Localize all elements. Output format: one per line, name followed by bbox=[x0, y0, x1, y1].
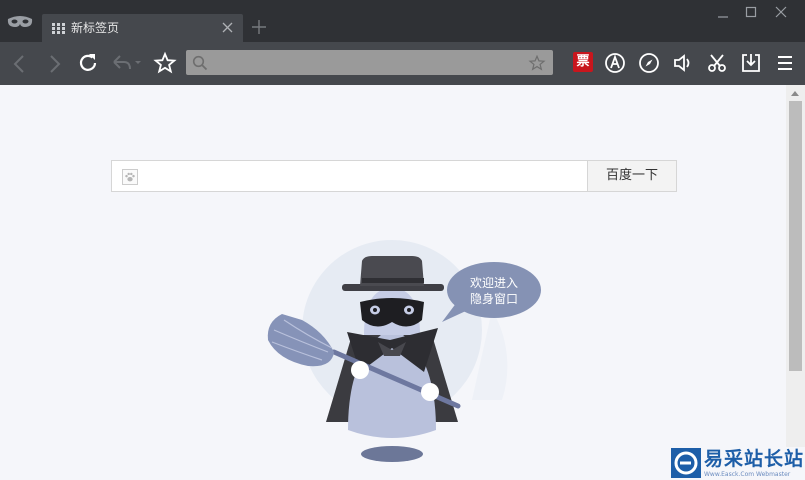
bubble-line-2: 隐身窗口 bbox=[469, 292, 518, 306]
reload-icon[interactable] bbox=[76, 51, 100, 75]
welcome-bubble: 欢迎进入 隐身窗口 bbox=[448, 275, 540, 307]
download-icon[interactable] bbox=[739, 51, 763, 75]
address-input[interactable] bbox=[212, 53, 522, 72]
scroll-up-arrow-icon[interactable] bbox=[790, 89, 800, 97]
tab-new-tab[interactable]: 新标签页 bbox=[42, 14, 243, 42]
search-input[interactable] bbox=[144, 165, 574, 187]
title-bar: 新标签页 bbox=[0, 0, 805, 42]
minimize-icon[interactable] bbox=[713, 4, 733, 22]
apps-grid-icon bbox=[52, 23, 65, 34]
maximize-icon[interactable] bbox=[741, 4, 761, 22]
address-bar[interactable] bbox=[186, 50, 553, 75]
tab-title: 新标签页 bbox=[71, 21, 120, 35]
ticket-icon[interactable]: 票 bbox=[573, 52, 593, 72]
easck-logo-icon bbox=[671, 448, 701, 478]
site-watermark: 易采站长站 Www.Easck.Com Webmaster bbox=[670, 447, 805, 480]
ad-block-icon[interactable] bbox=[603, 51, 627, 75]
scrollbar-thumb[interactable] bbox=[789, 101, 802, 371]
baidu-paw-icon bbox=[122, 169, 138, 185]
menu-icon[interactable] bbox=[773, 51, 797, 75]
plus-icon[interactable] bbox=[250, 18, 268, 36]
search-icon bbox=[192, 55, 208, 71]
window-close-icon[interactable] bbox=[771, 4, 791, 22]
undo-icon[interactable] bbox=[110, 51, 142, 75]
bubble-line-1: 欢迎进入 bbox=[469, 276, 518, 290]
speaker-icon[interactable] bbox=[671, 51, 695, 75]
close-icon[interactable] bbox=[222, 22, 233, 33]
watermark-text: 易采站长站 bbox=[704, 448, 805, 470]
search-button[interactable]: 百度一下 bbox=[587, 160, 677, 192]
back-icon[interactable] bbox=[8, 52, 32, 76]
star-icon[interactable] bbox=[153, 51, 177, 75]
incognito-mask-icon bbox=[7, 16, 33, 27]
scissors-icon[interactable] bbox=[705, 51, 729, 75]
search-box[interactable] bbox=[111, 160, 588, 192]
watermark-subtext: Www.Easck.Com Webmaster bbox=[704, 471, 791, 478]
bookmark-star-icon[interactable] bbox=[528, 54, 546, 72]
forward-icon[interactable] bbox=[42, 52, 66, 76]
compass-icon[interactable] bbox=[637, 51, 661, 75]
